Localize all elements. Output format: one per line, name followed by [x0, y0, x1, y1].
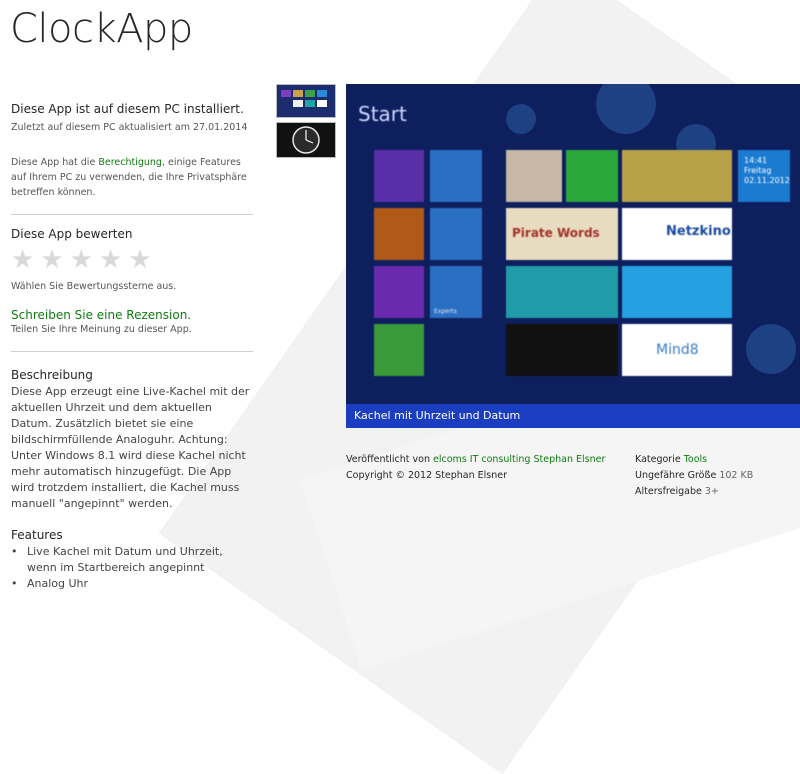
tile: Mind8: [622, 324, 732, 376]
rate-app-title: Diese App bewerten: [11, 227, 133, 241]
copyright: Copyright © 2012 Stephan Elsner: [346, 470, 508, 481]
permission-link[interactable]: Berechtigung: [98, 157, 162, 168]
size-row: Ungefähre Größe 102 KB: [635, 468, 753, 484]
tile: [506, 266, 618, 318]
screenshot-thumbnail-2[interactable]: [276, 122, 336, 158]
bokeh-light: [596, 84, 656, 134]
thumb-tile: [317, 90, 327, 97]
tile: [374, 324, 424, 376]
clock-day: Freitag: [744, 166, 772, 175]
divider: [11, 351, 253, 352]
publisher-info: Veröffentlicht von elcoms IT consulting …: [346, 452, 605, 484]
bokeh-light: [506, 104, 536, 134]
install-status: Diese App ist auf diesem PC installiert.: [11, 102, 244, 116]
star-4-icon[interactable]: ★: [99, 247, 122, 273]
tile: [506, 324, 618, 376]
description-text: Diese App erzeugt eine Live-Kachel mit d…: [11, 385, 250, 510]
divider: [11, 214, 253, 215]
features-title: Features: [11, 528, 63, 542]
star-3-icon[interactable]: ★: [70, 247, 93, 273]
clock-tile-time: 14:41 Freitag 02.11.2012: [744, 156, 790, 186]
clock-time: 14:41: [744, 156, 768, 165]
star-1-icon[interactable]: ★: [11, 247, 34, 273]
app-screenshot: Start Experts 14:41 Freitag 02.11.2012 P…: [346, 84, 800, 428]
review-hint: Teilen Sie Ihre Meinung zu dieser App.: [11, 324, 192, 335]
tile: [374, 266, 424, 318]
tile: [622, 266, 732, 318]
bokeh-light: [746, 324, 796, 374]
tile: [506, 150, 562, 202]
thumb-tile: [293, 100, 303, 107]
publisher-link[interactable]: elcoms IT consulting Stephan Elsner: [433, 454, 605, 465]
clock-tile: 14:41 Freitag 02.11.2012: [738, 150, 790, 202]
tile: [622, 150, 732, 202]
tile-label: Netzkino: [666, 224, 731, 239]
last-updated: Zuletzt auf diesem PC aktualisiert am 27…: [11, 122, 248, 133]
clock-date: 02.11.2012: [744, 176, 790, 185]
tile-label: Pirate Words: [512, 226, 600, 240]
features-list: Live Kachel mit Datum und Uhrzeit, wenn …: [11, 544, 253, 592]
category-link[interactable]: Tools: [684, 454, 707, 465]
feature-item: Live Kachel mit Datum und Uhrzeit, wenn …: [11, 544, 253, 576]
category-row: Kategorie Tools: [635, 452, 753, 468]
description-title: Beschreibung: [11, 368, 93, 382]
category-label: Kategorie: [635, 454, 684, 465]
tile: Netzkino: [622, 208, 732, 260]
published-label: Veröffentlicht von: [346, 454, 433, 465]
tile: Experts: [430, 266, 482, 318]
star-5-icon[interactable]: ★: [128, 247, 151, 273]
app-meta: Kategorie Tools Ungefähre Größe 102 KB A…: [635, 452, 753, 500]
analog-clock-icon: [292, 126, 320, 154]
tile: [430, 208, 482, 260]
age-label: Altersfreigabe: [635, 486, 705, 497]
feature-item: Analog Uhr: [11, 576, 253, 592]
thumb-tile: [305, 100, 315, 107]
app-title: ClockApp: [10, 6, 193, 52]
write-review-link[interactable]: Schreiben Sie eine Rezension.: [11, 308, 253, 322]
thumb-tile: [281, 90, 291, 97]
tile: [374, 208, 424, 260]
star-2-icon[interactable]: ★: [40, 247, 63, 273]
age-value: 3+: [704, 486, 719, 497]
tile: [430, 150, 482, 202]
tile: [374, 150, 424, 202]
size-value: 102 KB: [719, 470, 754, 481]
tile-label: Experts: [434, 308, 457, 315]
screenshot-caption: Kachel mit Uhrzeit und Datum: [346, 404, 800, 428]
permission-text: Diese App hat die Berechtigung, einige F…: [11, 155, 253, 200]
tile: Pirate Words: [506, 208, 618, 260]
rating-stars: ★ ★ ★ ★ ★: [11, 247, 253, 273]
thumb-tile: [293, 90, 303, 97]
rating-hint: Wählen Sie Bewertungssterne aus.: [11, 281, 177, 292]
published-by: Veröffentlicht von elcoms IT consulting …: [346, 452, 605, 468]
tile-label: Mind8: [656, 342, 699, 358]
age-row: Altersfreigabe 3+: [635, 484, 753, 500]
permission-text-pre: Diese App hat die: [11, 157, 99, 168]
details-column: Diese App ist auf diesem PC installiert.…: [11, 102, 253, 592]
screenshot-thumbnail-1[interactable]: [276, 84, 336, 118]
size-label: Ungefähre Größe: [635, 470, 720, 481]
thumb-tile: [317, 100, 327, 107]
thumb-tile: [305, 90, 315, 97]
tile: [566, 150, 618, 202]
start-screen-title: Start: [358, 102, 407, 126]
